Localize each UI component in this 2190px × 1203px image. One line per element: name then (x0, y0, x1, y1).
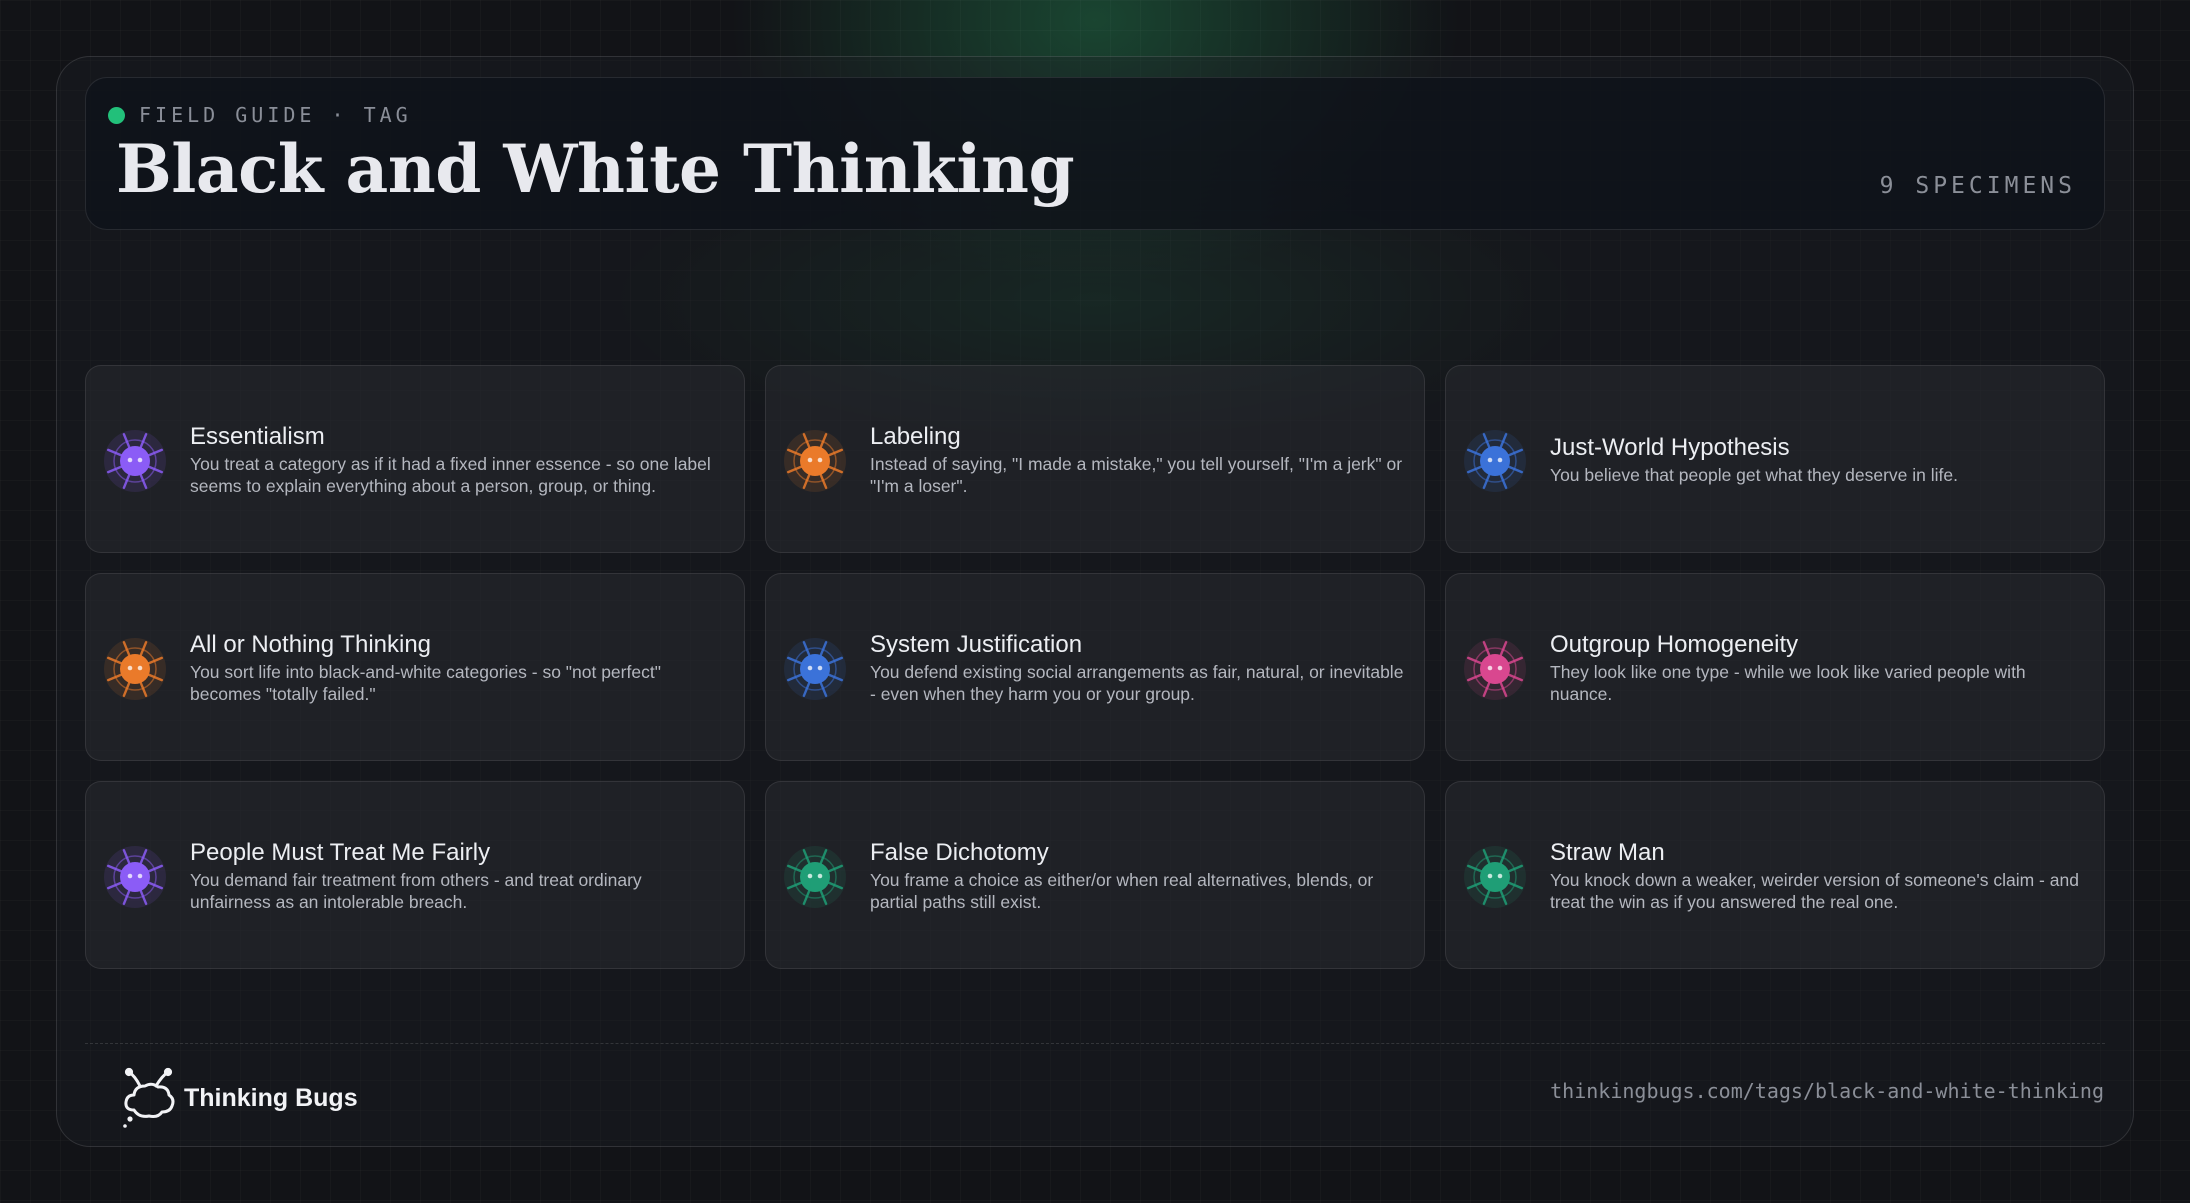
specimen-card[interactable]: Labeling Instead of saying, "I made a mis… (765, 365, 1425, 553)
card-description: You believe that people get what they de… (1550, 464, 1958, 485)
card-title: All or Nothing Thinking (190, 630, 432, 658)
card-title: People Must Treat Me Fairly (190, 838, 491, 866)
orange-bug-icon (104, 638, 166, 700)
page-title: Black and White Thinking (116, 130, 1075, 208)
eyebrow-label: FIELD GUIDE · TAG (139, 103, 412, 127)
brand-name: Thinking Bugs (184, 1083, 358, 1112)
card-description: You knock down a weaker, weirder version… (1550, 869, 2079, 912)
purple-bug-icon (104, 846, 166, 908)
card-description: You frame a choice as either/or when rea… (870, 869, 1374, 912)
specimen-card[interactable]: System Justification You defend existing … (765, 573, 1425, 761)
orange-bug-icon (784, 430, 846, 492)
brand-link[interactable]: Thinking Bugs (120, 1066, 358, 1130)
specimen-card[interactable]: Just-World Hypothesis You believe that pe… (1445, 365, 2105, 553)
card-description: You defend existing social arrangements … (870, 661, 1404, 704)
card-title: False Dichotomy (870, 838, 1049, 866)
card-title: Straw Man (1550, 838, 1665, 866)
thinking-bug-logo-icon (123, 1067, 175, 1128)
footer-divider (85, 1043, 2105, 1044)
card-title: Labeling (870, 422, 961, 450)
green-bug-icon (1464, 846, 1526, 908)
page-header: FIELD GUIDE · TAG Black and White Thinki… (85, 77, 2105, 230)
blue-bug-icon (1464, 430, 1526, 492)
card-description: Instead of saying, "I made a mistake," y… (870, 453, 1403, 496)
pink-bug-icon (1464, 638, 1526, 700)
green-bug-icon (784, 846, 846, 908)
page-url-link[interactable]: thinkingbugs.com/tags/black-and-white-th… (1550, 1079, 2104, 1103)
card-description: They look like one type - while we look … (1550, 661, 2026, 704)
card-title: Essentialism (190, 422, 325, 450)
card-title: Outgroup Homogeneity (1550, 630, 1799, 658)
specimen-card[interactable]: Outgroup Homogeneity They look like one t… (1445, 573, 2105, 761)
blue-bug-icon (784, 638, 846, 700)
status-dot-icon (108, 106, 125, 124)
specimen-card[interactable]: Straw Man You knock down a weaker, weirde… (1445, 781, 2105, 969)
card-description: You sort life into black-and-white categ… (190, 661, 661, 704)
card-description: You demand fair treatment from others - … (190, 869, 642, 912)
card-description: You treat a category as if it had a fixe… (190, 453, 711, 496)
specimen-card[interactable]: Essentialism You treat a category as if i… (85, 365, 745, 553)
card-title: Just-World Hypothesis (1550, 433, 1790, 461)
card-title: System Justification (870, 630, 1083, 658)
specimen-grid: Essentialism You treat a category as if i… (85, 365, 2105, 969)
specimen-card[interactable]: False Dichotomy You frame a choice as eit… (765, 781, 1425, 969)
specimen-card[interactable]: All or Nothing Thinking You sort life int… (85, 573, 745, 761)
purple-bug-icon (104, 430, 166, 492)
specimen-count: 9 SPECIMENS (1879, 173, 2076, 199)
specimen-card[interactable]: People Must Treat Me Fairly You demand fa… (85, 781, 745, 969)
eyebrow: FIELD GUIDE · TAG (108, 103, 412, 127)
